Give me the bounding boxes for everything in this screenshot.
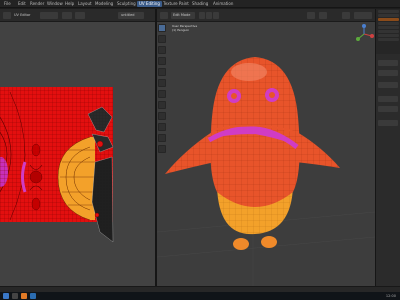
3d-viewport[interactable]	[157, 22, 375, 286]
measure-tool-icon[interactable]	[158, 101, 166, 109]
blender-app-icon[interactable]	[21, 293, 27, 299]
tab-layout[interactable]: Layout	[76, 1, 94, 7]
mode-label: Edit Mode	[173, 13, 191, 17]
outliner-row[interactable]	[378, 14, 399, 17]
search-icon[interactable]	[12, 293, 18, 299]
editor-type-icon[interactable]	[3, 12, 11, 19]
tab-modeling[interactable]: Modeling	[93, 1, 115, 7]
outliner	[376, 9, 400, 54]
properties-field[interactable]	[378, 82, 398, 88]
taskbar-clock: 12:00	[385, 294, 396, 298]
top-menu-bar: File Edit Render Window Help Layout Mode…	[0, 0, 400, 8]
face-select-icon[interactable]	[213, 12, 219, 19]
image-name: untitled	[121, 13, 135, 17]
start-icon[interactable]	[3, 293, 9, 299]
rotate-tool-icon[interactable]	[158, 57, 166, 65]
outliner-row[interactable]	[378, 26, 399, 29]
navigation-gizmo[interactable]	[354, 24, 374, 44]
menu-edit[interactable]: Edit	[16, 1, 28, 7]
uv-mode-dropdown[interactable]	[40, 12, 58, 19]
select-box-tool-icon[interactable]	[158, 24, 166, 32]
scale-tool-icon[interactable]	[158, 68, 166, 76]
move-tool-icon[interactable]	[158, 46, 166, 54]
inset-tool-icon[interactable]	[158, 123, 166, 131]
cursor-tool-icon[interactable]	[158, 35, 166, 43]
menu-render[interactable]: Render	[28, 1, 46, 7]
uv-editor-header: UV Editor untitled	[0, 9, 155, 22]
viewport-info: User Perspective (1) Penguin	[172, 24, 197, 32]
snap-icon[interactable]	[307, 12, 315, 19]
outliner-row[interactable]	[378, 10, 399, 13]
edge-select-icon[interactable]	[206, 12, 212, 19]
vertex-select-icon[interactable]	[199, 12, 205, 19]
taskbar: 12:00	[0, 292, 400, 300]
menu-file[interactable]: File	[2, 1, 13, 7]
tab-sculpting[interactable]: Sculpting	[115, 1, 138, 7]
object-name: (1) Penguin	[172, 28, 190, 32]
bevel-tool-icon[interactable]	[158, 134, 166, 142]
tab-shading[interactable]: Shading	[190, 1, 210, 7]
properties-field[interactable]	[378, 120, 398, 126]
browser-icon[interactable]	[30, 293, 36, 299]
viewport-toolbar	[158, 24, 167, 174]
outliner-row[interactable]	[378, 34, 399, 37]
uv-texture-image	[0, 87, 114, 243]
uv-menu[interactable]	[75, 12, 85, 19]
uv-editor-canvas[interactable]	[0, 22, 155, 286]
properties-field[interactable]	[378, 106, 398, 112]
outliner-row[interactable]	[378, 22, 399, 25]
tab-animation[interactable]: Animation	[211, 1, 235, 7]
outliner-row-selected[interactable]	[378, 18, 399, 21]
viewport-editor-type-icon[interactable]	[160, 12, 168, 19]
outliner-row[interactable]	[378, 30, 399, 33]
overlay-icon[interactable]	[342, 12, 350, 19]
proportional-edit-icon[interactable]	[319, 12, 327, 19]
tab-uv-editing[interactable]: UV Editing	[137, 1, 162, 7]
loop-cut-tool-icon[interactable]	[158, 145, 166, 153]
transform-tool-icon[interactable]	[158, 79, 166, 87]
properties-field[interactable]	[378, 96, 398, 102]
uv-select-menu[interactable]	[62, 12, 72, 19]
uv-editor-label: UV Editor	[14, 13, 31, 17]
menu-help[interactable]: Help	[63, 1, 76, 7]
annotate-tool-icon[interactable]	[158, 90, 166, 98]
shading-mode-buttons[interactable]	[354, 12, 372, 19]
properties-field[interactable]	[378, 60, 398, 66]
viewport-header: Edit Mode	[157, 9, 375, 22]
menu-window[interactable]: Window	[45, 1, 65, 7]
properties-field[interactable]	[378, 70, 398, 76]
tab-texture-paint[interactable]: Texture Paint	[161, 1, 191, 7]
outliner-row[interactable]	[378, 38, 399, 41]
extrude-tool-icon[interactable]	[158, 112, 166, 120]
penguin-model	[157, 57, 375, 286]
